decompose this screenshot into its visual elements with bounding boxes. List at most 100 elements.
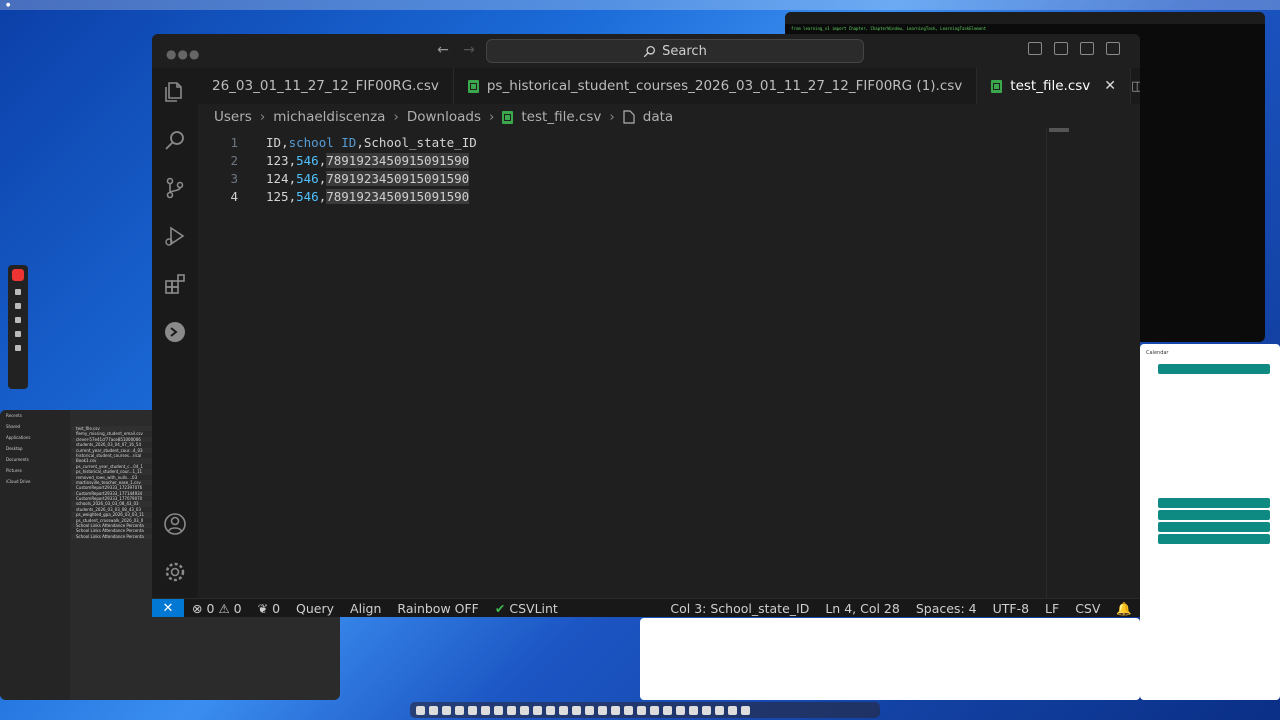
dock-app-icon[interactable] <box>559 705 568 715</box>
calendar-event[interactable] <box>1158 498 1270 508</box>
dock-app-icon[interactable] <box>585 705 594 715</box>
warning-count: 0 <box>233 601 242 616</box>
trash-icon[interactable] <box>15 317 21 323</box>
dock-app-icon[interactable] <box>650 705 659 715</box>
close-icon[interactable]: ✕ <box>1104 78 1116 94</box>
dock-app-icon[interactable] <box>507 705 516 715</box>
remote-explorer-icon[interactable] <box>163 320 187 344</box>
dock-app-icon[interactable] <box>598 705 607 715</box>
dock[interactable] <box>410 702 880 718</box>
tab-ps-historical-student-courses[interactable]: ps_historical_student_courses_2026_03_01… <box>454 68 978 104</box>
dock-app-icon[interactable] <box>442 705 451 715</box>
query-button[interactable]: Query <box>288 601 342 616</box>
rainbow-toggle[interactable]: Rainbow OFF <box>389 601 486 616</box>
csv-file-icon <box>502 110 514 124</box>
toggle-panel-icon[interactable] <box>1054 42 1068 55</box>
dock-app-icon[interactable] <box>533 705 542 715</box>
dock-app-icon[interactable] <box>520 705 529 715</box>
dock-app-icon[interactable] <box>416 705 425 715</box>
mac-menubar: ● <box>0 0 1280 10</box>
open-changes-icon[interactable]: ◫ <box>1131 79 1140 94</box>
warning-icon: ⚠ <box>218 601 230 616</box>
remote-indicator[interactable]: ✕ <box>152 599 184 617</box>
search-icon[interactable] <box>163 128 187 152</box>
tab-fif00rg-csv[interactable]: 26_03_01_11_27_12_FIF00RG.csv <box>198 68 454 104</box>
csvlint-button[interactable]: ✔ CSVLint <box>487 601 566 616</box>
dock-app-icon[interactable] <box>728 705 737 715</box>
encoding[interactable]: UTF-8 <box>985 601 1037 616</box>
gear-icon[interactable] <box>163 560 187 584</box>
toggle-secondary-sidebar-icon[interactable] <box>1080 42 1094 55</box>
calendar-event[interactable] <box>1158 364 1270 374</box>
language-mode[interactable]: CSV <box>1067 601 1108 616</box>
title-bar: ●●● ← → Search <box>152 34 1140 68</box>
csv-file-icon <box>467 79 479 93</box>
forward-arrow-icon[interactable]: → <box>456 42 482 58</box>
pause-icon[interactable] <box>15 289 21 295</box>
dock-app-icon[interactable] <box>455 705 464 715</box>
run-debug-icon[interactable] <box>163 224 187 248</box>
tab-test-file-csv[interactable]: test_file.csv ✕ <box>977 68 1132 104</box>
toggle-primary-sidebar-icon[interactable] <box>1028 42 1042 55</box>
dock-app-icon[interactable] <box>702 705 711 715</box>
breadcrumb-user[interactable]: michaeldiscenza <box>273 109 385 125</box>
breadcrumb-file[interactable]: test_file.csv <box>521 109 601 125</box>
dock-app-icon[interactable] <box>624 705 633 715</box>
dock-app-icon[interactable] <box>481 705 490 715</box>
csv-cell: 123 <box>266 153 289 168</box>
breadcrumb-downloads[interactable]: Downloads <box>407 109 481 125</box>
dock-app-icon[interactable] <box>546 705 555 715</box>
recording-widget[interactable] <box>8 265 28 389</box>
calendar-window[interactable]: Calendar <box>1140 344 1280 700</box>
cursor-position[interactable]: Ln 4, Col 28 <box>817 601 908 616</box>
dock-app-icon[interactable] <box>468 705 477 715</box>
end-of-line[interactable]: LF <box>1037 601 1067 616</box>
dock-app-icon[interactable] <box>611 705 620 715</box>
settings-icon[interactable] <box>15 345 21 351</box>
column-info[interactable]: Col 3: School_state_ID <box>662 601 817 616</box>
account-icon[interactable] <box>163 512 187 536</box>
dock-app-icon[interactable] <box>676 705 685 715</box>
align-button[interactable]: Align <box>342 601 389 616</box>
minimap-slider[interactable] <box>1049 128 1069 132</box>
dock-app-icon[interactable] <box>572 705 581 715</box>
code-editor[interactable]: 1 ID,school ID,School_state_ID 2 123,546… <box>198 128 1046 598</box>
calendar-event[interactable] <box>1158 522 1270 532</box>
back-arrow-icon[interactable]: ← <box>430 42 456 58</box>
source-control-icon[interactable] <box>163 176 187 200</box>
pen-icon[interactable] <box>15 331 21 337</box>
dock-app-icon[interactable] <box>689 705 698 715</box>
ports-indicator[interactable]: ❦ 0 <box>250 601 288 616</box>
dock-app-icon[interactable] <box>637 705 646 715</box>
record-icon[interactable] <box>12 269 24 281</box>
dock-app-icon[interactable] <box>741 705 750 715</box>
terminal-titlebar <box>785 12 1265 24</box>
dock-app-icon[interactable] <box>715 705 724 715</box>
dock-app-icon[interactable] <box>429 705 438 715</box>
extensions-icon[interactable] <box>163 272 187 296</box>
breadcrumb-symbol[interactable]: data <box>643 109 673 125</box>
email-window[interactable] <box>640 618 1140 700</box>
restart-icon[interactable] <box>15 303 21 309</box>
vscode-window[interactable]: ●●● ← → Search 26_03_01_11_27_12_FIF00RG… <box>152 34 1140 617</box>
calendar-event[interactable] <box>1158 510 1270 520</box>
activity-bar <box>152 68 198 598</box>
customize-layout-icon[interactable] <box>1106 42 1120 55</box>
editor-tabs: 26_03_01_11_27_12_FIF00RG.csv ps_histori… <box>198 68 1140 104</box>
email-item[interactable] <box>640 618 1140 622</box>
breadcrumb-users[interactable]: Users <box>214 109 252 125</box>
bell-icon[interactable]: 🔔 <box>1108 601 1140 617</box>
command-center-search[interactable]: Search <box>486 39 864 63</box>
apple-icon[interactable]: ● <box>6 2 10 8</box>
csv-cell: ID <box>266 135 282 150</box>
csvlint-label: CSVLint <box>509 601 558 616</box>
dock-app-icon[interactable] <box>663 705 672 715</box>
indentation[interactable]: Spaces: 4 <box>908 601 985 616</box>
code-line: 1 ID,school ID,School_state_ID <box>198 134 1046 152</box>
minimap[interactable] <box>1046 128 1140 598</box>
dock-app-icon[interactable] <box>494 705 503 715</box>
window-controls[interactable]: ●●● <box>166 47 200 61</box>
calendar-event[interactable] <box>1158 534 1270 544</box>
problems-indicator[interactable]: ⊗ 0 ⚠ 0 <box>184 601 250 616</box>
explorer-icon[interactable] <box>163 80 187 104</box>
